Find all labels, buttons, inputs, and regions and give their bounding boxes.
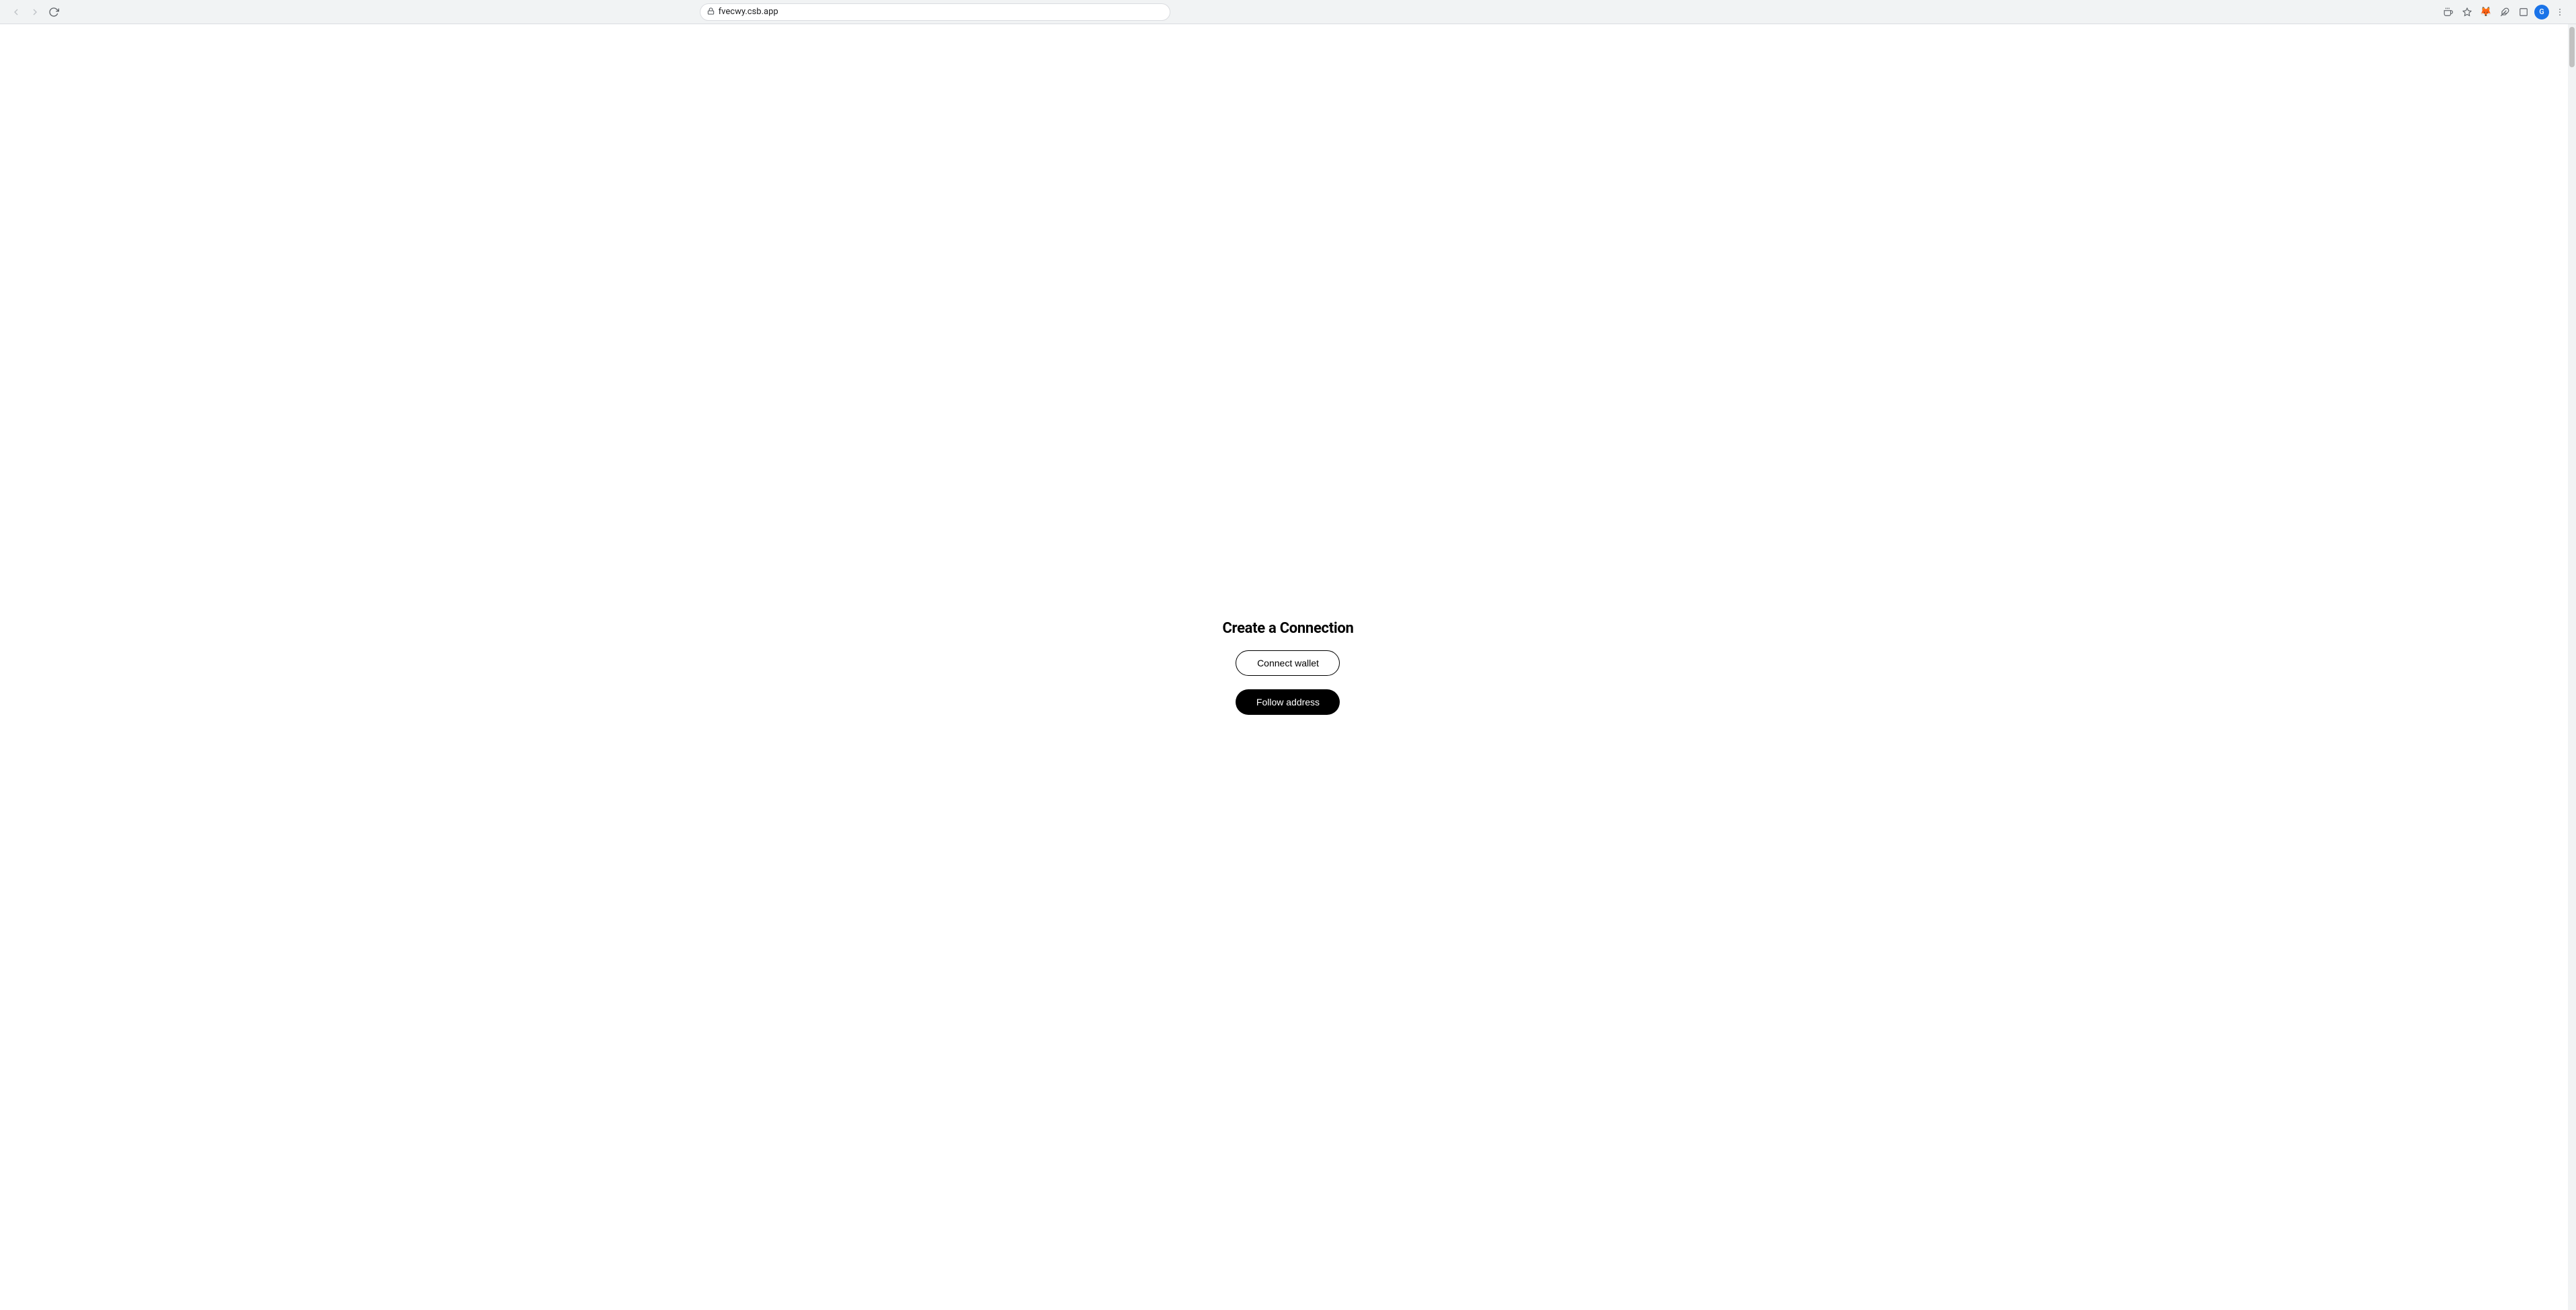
forward-button[interactable] xyxy=(27,4,43,20)
lock-icon xyxy=(707,7,715,17)
reload-button[interactable] xyxy=(46,4,62,20)
page-heading: Create a Connection xyxy=(1222,620,1353,637)
follow-address-button[interactable]: Follow address xyxy=(1236,689,1340,715)
connect-wallet-button[interactable]: Connect wallet xyxy=(1236,650,1340,676)
scrollbar-thumb[interactable] xyxy=(2569,27,2575,67)
window-button[interactable] xyxy=(2515,4,2532,20)
screen-share-button[interactable] xyxy=(2440,4,2456,20)
page-content: Create a Connection Connect wallet Follo… xyxy=(0,24,2576,1310)
extensions-button[interactable] xyxy=(2497,4,2513,20)
back-button[interactable] xyxy=(8,4,24,20)
connection-container: Create a Connection Connect wallet Follo… xyxy=(1222,620,1353,715)
bookmark-button[interactable] xyxy=(2459,4,2475,20)
metamask-extension-button[interactable]: 🦊 xyxy=(2478,4,2494,20)
scrollbar-track xyxy=(2568,24,2576,1310)
url-text: fvecwy.csb.app xyxy=(719,7,1163,17)
address-bar[interactable]: fvecwy.csb.app xyxy=(700,3,1170,21)
more-options-button[interactable] xyxy=(2552,4,2568,20)
profile-avatar[interactable]: G xyxy=(2534,5,2549,20)
browser-chrome: fvecwy.csb.app 🦊 xyxy=(0,0,2576,24)
browser-actions: 🦊 G xyxy=(2440,4,2568,20)
nav-buttons xyxy=(8,4,62,20)
